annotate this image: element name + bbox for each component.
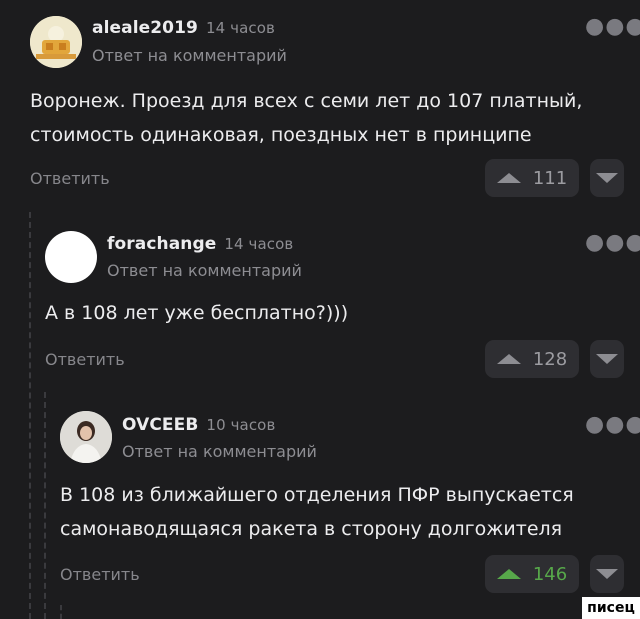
downvote-button[interactable] xyxy=(590,340,624,378)
more-dots-icon[interactable]: ●●● xyxy=(585,414,640,436)
upvote-button[interactable]: 128 xyxy=(485,340,579,378)
thread-line xyxy=(44,392,46,619)
avatar[interactable] xyxy=(45,231,97,283)
more-dots-icon[interactable]: ●●● xyxy=(585,16,640,38)
username[interactable]: aleale2019 14 часов xyxy=(92,18,275,38)
comment-text: А в 108 лет уже бесплатно?))) xyxy=(45,296,348,330)
downvote-icon xyxy=(596,173,618,183)
comment-text-line: самонаводящаяся ракета в сторону долгожи… xyxy=(60,518,563,540)
timestamp: 14 часов xyxy=(224,235,294,253)
downvote-button[interactable] xyxy=(590,159,624,197)
avatar[interactable] xyxy=(60,411,112,463)
comment-text: В 108 из ближайшего отделения ПФР выпуск… xyxy=(60,478,574,546)
vote-count: 111 xyxy=(532,167,568,189)
timestamp: 14 часов xyxy=(205,19,275,37)
vote-count: 146 xyxy=(532,563,568,585)
avatar[interactable] xyxy=(30,16,82,68)
upvote-icon xyxy=(496,354,521,364)
timestamp: 10 часов xyxy=(206,416,276,434)
thread-line xyxy=(60,605,62,619)
username[interactable]: forachange 14 часов xyxy=(107,234,293,254)
upvote-button[interactable]: 146 xyxy=(485,555,579,593)
username[interactable]: OVCEEB 10 часов xyxy=(122,415,275,435)
vote-count: 128 xyxy=(532,348,568,370)
watermark: писец xyxy=(582,597,640,619)
reply-label[interactable]: Ответ на комментарий xyxy=(107,261,302,280)
reply-button[interactable]: Ответить xyxy=(45,350,125,369)
downvote-icon xyxy=(596,354,618,364)
comment-text-line: В 108 из ближайшего отделения ПФР выпуск… xyxy=(60,484,574,506)
reply-button[interactable]: Ответить xyxy=(30,169,110,188)
upvote-icon xyxy=(496,569,521,579)
upvote-button[interactable]: 111 xyxy=(485,159,579,197)
comment-text-line: А в 108 лет уже бесплатно?))) xyxy=(45,302,349,324)
downvote-button[interactable] xyxy=(590,555,624,593)
downvote-icon xyxy=(596,569,618,579)
comment-text-line: стоимость одинаковая, поездных нет в при… xyxy=(30,124,532,146)
upvote-icon xyxy=(496,173,521,183)
more-dots-icon[interactable]: ●●● xyxy=(585,232,640,254)
reply-label[interactable]: Ответ на комментарий xyxy=(92,46,287,65)
comment-text: Воронеж. Проезд для всех с семи лет до 1… xyxy=(30,84,582,152)
reply-label[interactable]: Ответ на комментарий xyxy=(122,442,317,461)
thread-line xyxy=(29,212,31,619)
comment-text-line: Воронеж. Проезд для всех с семи лет до 1… xyxy=(30,90,583,112)
reply-button[interactable]: Ответить xyxy=(60,565,140,584)
